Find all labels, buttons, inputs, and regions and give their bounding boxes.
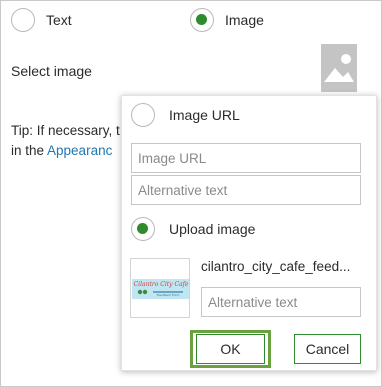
- upload-alt-text-input[interactable]: [201, 287, 361, 317]
- image-url-input[interactable]: [131, 143, 361, 173]
- text-radio-label: Text: [46, 12, 72, 28]
- image-radio[interactable]: [190, 8, 214, 32]
- tip-line-2: in the Appearanc: [11, 141, 123, 161]
- upload-image-radio[interactable]: [131, 217, 155, 241]
- tip-line-1: Tip: If necessary, t: [11, 123, 120, 138]
- appearance-link[interactable]: Appearanc: [47, 143, 112, 158]
- ok-button[interactable]: OK: [196, 334, 265, 364]
- select-image-label: Select image: [11, 63, 92, 79]
- upload-image-label: Upload image: [169, 221, 256, 237]
- tip-text: Tip: If necessary, t in the Appearanc: [11, 121, 123, 161]
- image-url-label: Image URL: [169, 107, 240, 123]
- text-radio[interactable]: [11, 8, 35, 32]
- image-placeholder-icon[interactable]: [321, 44, 357, 92]
- thumb-subtitle: Feedback Form: [157, 293, 180, 297]
- thumb-title: Cilantro City Cafe: [134, 281, 189, 288]
- uploaded-image-thumbnail: Cilantro City Cafe Feedback Form: [130, 258, 190, 318]
- image-radio-label: Image: [225, 12, 264, 28]
- uploaded-file-name: cilantro_city_cafe_feed...: [201, 259, 351, 274]
- cancel-button[interactable]: Cancel: [294, 334, 361, 364]
- image-url-alt-text-input[interactable]: [131, 175, 361, 205]
- image-url-radio[interactable]: [131, 103, 155, 127]
- tip-line-2-prefix: in the: [11, 143, 48, 158]
